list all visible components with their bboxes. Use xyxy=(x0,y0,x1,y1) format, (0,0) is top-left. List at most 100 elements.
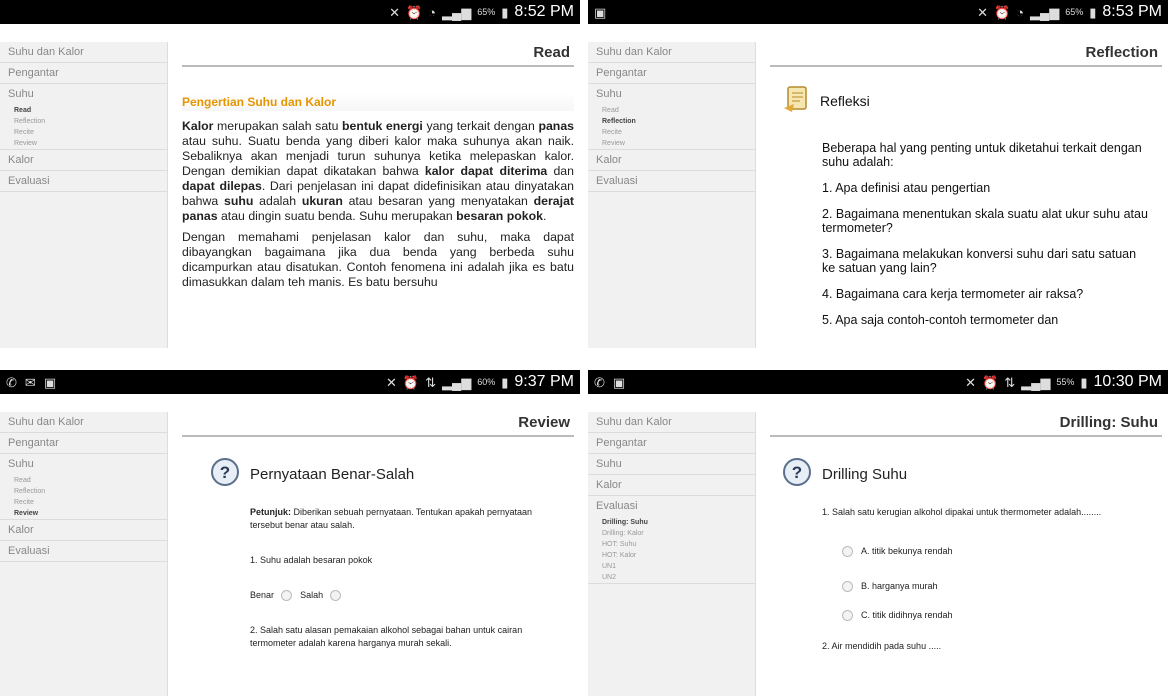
battery-icon: ▮ xyxy=(1080,374,1088,390)
sub-item-un1[interactable]: UN1 xyxy=(588,561,755,572)
radio-b[interactable] xyxy=(842,581,853,592)
sub-item-reflection[interactable]: Reflection xyxy=(588,116,755,127)
sub-item-drilling-suhu[interactable]: Drilling: Suhu xyxy=(588,517,755,528)
question-1: 1. Suhu adalah besaran pokok xyxy=(250,555,373,565)
section-header: Drilling: Suhu xyxy=(770,412,1162,437)
sub-nav: Read Reflection Recite Review xyxy=(588,105,755,150)
sidebar-item-suhu-dan-kalor[interactable]: Suhu dan Kalor xyxy=(588,42,755,63)
sidebar-item-pengantar[interactable]: Pengantar xyxy=(0,433,167,454)
wifi-icon: ◔ xyxy=(428,4,437,20)
sidebar-item-evaluasi[interactable]: Evaluasi xyxy=(588,171,755,192)
section-header: Review xyxy=(182,412,574,437)
sub-item-un2[interactable]: UN2 xyxy=(588,572,755,583)
whatsapp-icon: ✆ xyxy=(594,374,605,390)
signal-icon: ▂▄▆ xyxy=(442,374,472,390)
sidebar-item-kalor[interactable]: Kalor xyxy=(588,150,755,171)
option-false-label: Salah xyxy=(300,590,324,600)
bold-term: kalor dapat diterima xyxy=(424,164,548,178)
sidebar-item-suhu-dan-kalor[interactable]: Suhu dan Kalor xyxy=(0,412,167,433)
quiz-title: Drilling Suhu xyxy=(822,466,908,483)
sub-item-recite[interactable]: Recite xyxy=(0,127,167,138)
list-item: 4. Bagaimana cara kerja termometer air r… xyxy=(822,287,1084,301)
whatsapp-icon: ✆ xyxy=(6,374,17,390)
sidebar-item-evaluasi[interactable]: Evaluasi xyxy=(0,541,167,562)
sidebar-item-kalor[interactable]: Kalor xyxy=(0,150,167,171)
mute-icon: ✕ xyxy=(389,4,400,20)
sidebar-item-suhu[interactable]: Suhu xyxy=(0,454,167,475)
bold-term: bentuk energi xyxy=(342,119,423,133)
article-title: Pengertian Suhu dan Kalor xyxy=(182,93,574,111)
gallery-icon: ▣ xyxy=(594,4,607,20)
sub-item-read[interactable]: Read xyxy=(0,475,167,486)
main-content: Read Pengertian Suhu dan Kalor Kalor mer… xyxy=(182,42,574,348)
clock: 9:37 PM xyxy=(514,373,574,390)
sub-item-review[interactable]: Review xyxy=(588,138,755,149)
sub-item-hot-suhu[interactable]: HOT: Suhu xyxy=(588,539,755,550)
question-1: 1. Salah satu kerugian alkohol dipakai u… xyxy=(822,507,1102,517)
radio-c[interactable] xyxy=(842,610,853,621)
sub-item-reflection[interactable]: Reflection xyxy=(0,116,167,127)
sub-nav: Read Reflection Recite Review xyxy=(0,475,167,520)
option-c[interactable]: C. titik didihnya rendah xyxy=(842,609,1148,622)
option-c-label: C. titik didihnya rendah xyxy=(861,610,953,620)
list-item: 3. Bagaimana melakukan konversi suhu dar… xyxy=(822,247,1137,275)
sidebar-item-suhu[interactable]: Suhu xyxy=(588,84,755,105)
sidebar-item-suhu-dan-kalor[interactable]: Suhu dan Kalor xyxy=(0,42,167,63)
clock: 8:52 PM xyxy=(514,3,574,20)
radio-true[interactable] xyxy=(280,590,292,602)
option-a[interactable]: A. titik bekunya rendah xyxy=(842,545,1148,558)
sub-item-read[interactable]: Read xyxy=(588,105,755,116)
section-header: Read xyxy=(182,42,574,67)
bold-term: suhu xyxy=(224,194,254,208)
option-b-label: B. harganya murah xyxy=(861,581,938,591)
reflection-heading: Refleksi xyxy=(782,85,1162,117)
bold-term: besaran pokok xyxy=(456,209,543,223)
sidebar-item-pengantar[interactable]: Pengantar xyxy=(0,63,167,84)
article-paragraph: Dengan memahami penjelasan kalor dan suh… xyxy=(182,230,574,289)
sub-item-read[interactable]: Read xyxy=(0,105,167,116)
sidebar-item-suhu-dan-kalor[interactable]: Suhu dan Kalor xyxy=(588,412,755,433)
main-content: Review ? Pernyataan Benar-Salah Petunjuk… xyxy=(182,412,574,696)
sub-item-recite[interactable]: Recite xyxy=(0,497,167,508)
clock: 8:53 PM xyxy=(1102,3,1162,20)
radio-false[interactable] xyxy=(329,590,341,602)
sidebar-item-pengantar[interactable]: Pengantar xyxy=(588,63,755,84)
battery-icon: ▮ xyxy=(501,4,509,20)
main-content: Drilling: Suhu ? Drilling Suhu 1. Salah … xyxy=(770,412,1162,696)
sub-item-hot-kalor[interactable]: HOT: Kalor xyxy=(588,550,755,561)
question-2: 2. Salah satu alasan pemakaian alkohol s… xyxy=(250,625,523,648)
mute-icon: ✕ xyxy=(386,374,397,390)
text-run: atau dingin suatu benda. Suhu merupakan xyxy=(217,209,457,223)
sidebar-item-suhu[interactable]: Suhu xyxy=(588,454,755,475)
sub-item-reflection[interactable]: Reflection xyxy=(0,486,167,497)
sidebar: Suhu dan Kalor Pengantar Suhu Kalor Eval… xyxy=(588,412,756,696)
sub-item-review[interactable]: Review xyxy=(0,138,167,149)
radio-a[interactable] xyxy=(842,546,853,557)
question-2: 2. Air mendidih pada suhu ..... xyxy=(822,641,942,651)
sub-item-recite[interactable]: Recite xyxy=(588,127,755,138)
status-bar: ✕ ⏰ ◔ ▂▄▆ 65% ▮ 8:52 PM xyxy=(0,0,580,24)
sub-nav: Drilling: Suhu Drilling: Kalor HOT: Suhu… xyxy=(588,517,755,584)
option-b[interactable]: B. harganya murah xyxy=(842,580,1148,593)
text-run: merupakan salah satu xyxy=(213,119,343,133)
instruction-text: Diberikan sebuah pernyataan. Tentukan ap… xyxy=(250,507,533,530)
alarm-icon: ⏰ xyxy=(982,374,999,390)
sidebar-item-kalor[interactable]: Kalor xyxy=(0,520,167,541)
bold-term: Kalor xyxy=(182,119,214,133)
sidebar-item-pengantar[interactable]: Pengantar xyxy=(588,433,755,454)
gallery-icon: ▣ xyxy=(43,374,57,390)
battery-level: 65% xyxy=(477,7,496,17)
sub-item-review[interactable]: Review xyxy=(0,508,167,519)
wifi-icon: ◔ xyxy=(1016,4,1025,20)
sidebar-item-suhu[interactable]: Suhu xyxy=(0,84,167,105)
sidebar-item-evaluasi[interactable]: Evaluasi xyxy=(588,496,755,517)
sub-item-drilling-kalor[interactable]: Drilling: Kalor xyxy=(588,528,755,539)
quiz-heading: ? Pernyataan Benar-Salah xyxy=(210,457,574,492)
list-item: 2. Bagaimana menentukan skala suatu alat… xyxy=(822,207,1148,235)
sidebar-item-evaluasi[interactable]: Evaluasi xyxy=(0,171,167,192)
quiz-body: 1. Salah satu kerugian alkohol dipakai u… xyxy=(822,506,1148,653)
sidebar-item-kalor[interactable]: Kalor xyxy=(588,475,755,496)
screen-review: ✆ ✉ ▣ ✕ ⏰ ⇅ ▂▄▆ 60% ▮ 9:37 PM Suhu dan K… xyxy=(0,370,580,696)
list-item: 1. Apa definisi atau pengertian xyxy=(822,181,991,195)
gallery-icon: ▣ xyxy=(612,374,626,390)
